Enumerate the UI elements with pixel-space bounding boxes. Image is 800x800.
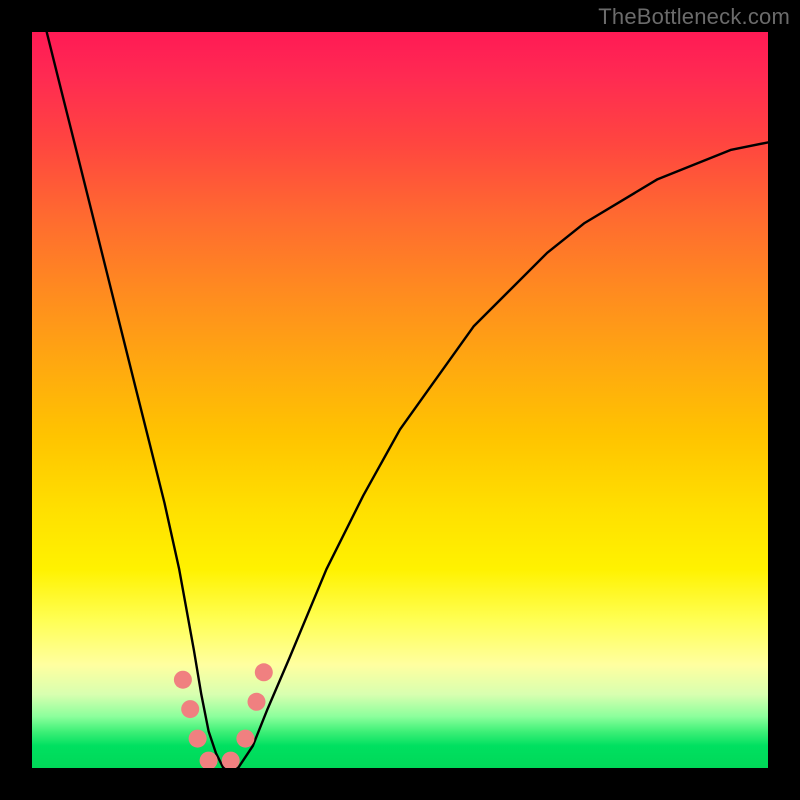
curve-marker	[174, 671, 192, 689]
curve-marker	[248, 693, 266, 711]
curve-layer	[32, 32, 768, 768]
curve-marker	[236, 730, 254, 748]
watermark-text: TheBottleneck.com	[598, 4, 790, 30]
bottleneck-curve	[47, 32, 768, 768]
curve-marker	[200, 752, 218, 768]
chart-frame: TheBottleneck.com	[0, 0, 800, 800]
curve-marker	[189, 730, 207, 748]
curve-markers	[174, 663, 273, 768]
curve-marker	[255, 663, 273, 681]
curve-marker	[181, 700, 199, 718]
plot-area	[32, 32, 768, 768]
curve-marker	[222, 752, 240, 768]
